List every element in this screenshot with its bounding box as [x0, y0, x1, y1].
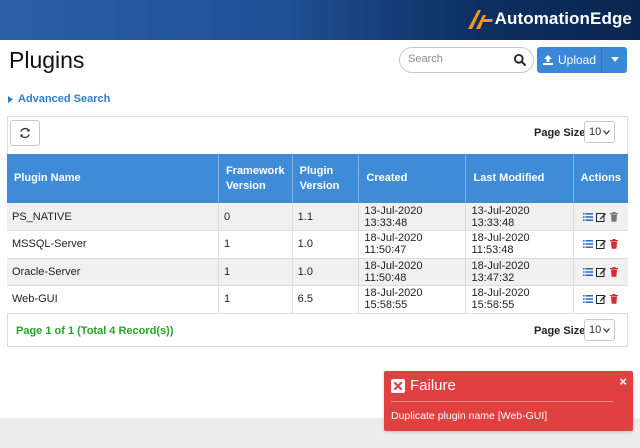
edit-icon[interactable] — [595, 267, 606, 277]
plugins-table: Plugin Name Framework Version Plugin Ver… — [7, 154, 628, 314]
table-row: MSSQL-Server 1 1.0 18-Jul-2020 11:50:47 … — [7, 230, 628, 259]
search-icon[interactable] — [513, 53, 527, 67]
cell-actions — [573, 258, 628, 286]
automationedge-logo-icon — [467, 10, 493, 29]
list-icon[interactable] — [582, 294, 593, 304]
brand-name: AutomationEdge — [494, 9, 632, 28]
cell-last-modified: 18-Jul-2020 11:53:48 — [465, 230, 574, 259]
edit-icon[interactable] — [595, 294, 606, 305]
pagination-summary: Page 1 of 1 (Total 4 Record(s)) — [16, 325, 174, 337]
col-header-actions: Actions — [573, 154, 628, 203]
toast-header: Failure — [391, 377, 456, 394]
cell-plugin-name: Web-GUI — [7, 285, 219, 314]
failure-toast: Failure × Duplicate plugin name [Web-GUI… — [384, 371, 633, 431]
page-size-select-bottom[interactable]: 10 — [584, 319, 615, 341]
cell-plugin-version: 1.0 — [292, 258, 360, 286]
toast-title: Failure — [410, 377, 456, 394]
cell-framework-version: 1 — [218, 285, 293, 314]
delete-icon[interactable] — [609, 239, 619, 250]
delete-icon[interactable] — [609, 211, 619, 222]
table-row: PS_NATIVE 0 1.1 13-Jul-2020 13:33:48 13-… — [7, 203, 628, 231]
page-title: Plugins — [9, 47, 85, 73]
cell-last-modified: 18-Jul-2020 15:58:55 — [465, 285, 574, 314]
upload-button[interactable]: Upload — [537, 47, 601, 73]
col-header-plugin-name[interactable]: Plugin Name — [7, 154, 219, 203]
refresh-button[interactable] — [10, 120, 40, 146]
table-header-row: Plugin Name Framework Version Plugin Ver… — [7, 154, 628, 203]
caret-right-icon — [8, 95, 13, 103]
upload-dropdown-toggle[interactable] — [601, 47, 627, 73]
col-header-plugin-version[interactable]: Plugin Version — [292, 154, 360, 203]
cell-plugin-version: 6.5 — [292, 285, 360, 314]
cell-plugin-name: MSSQL-Server — [7, 230, 219, 259]
list-icon[interactable] — [582, 212, 593, 222]
delete-icon[interactable] — [609, 266, 619, 277]
cell-created: 18-Jul-2020 11:50:48 — [358, 258, 467, 286]
cell-created: 18-Jul-2020 11:50:47 — [358, 230, 467, 259]
edit-icon[interactable] — [595, 212, 606, 222]
cell-created: 13-Jul-2020 13:33:48 — [358, 203, 467, 231]
table-row: Web-GUI 1 6.5 18-Jul-2020 15:58:55 18-Ju… — [7, 285, 628, 314]
cell-actions — [573, 203, 628, 231]
search-box[interactable] — [399, 47, 534, 73]
cell-last-modified: 13-Jul-2020 13:33:48 — [465, 203, 574, 231]
page-size-value-bottom: 10 — [589, 324, 602, 336]
page-size-label-top: Page Size — [534, 127, 586, 139]
cell-created: 18-Jul-2020 15:58:55 — [358, 285, 467, 314]
col-header-last-modified[interactable]: Last Modified — [465, 154, 574, 203]
upload-label: Upload — [557, 53, 597, 67]
page-size-value-top: 10 — [589, 126, 602, 138]
list-icon[interactable] — [582, 267, 593, 277]
cell-plugin-name: PS_NATIVE — [7, 203, 219, 231]
table-row: Oracle-Server 1 1.0 18-Jul-2020 11:50:48… — [7, 258, 628, 286]
cell-actions — [573, 230, 628, 259]
edit-icon[interactable] — [595, 239, 606, 250]
page-size-select-top[interactable]: 10 — [584, 121, 615, 143]
cell-plugin-version: 1.0 — [292, 230, 360, 259]
caret-down-icon — [610, 57, 619, 62]
cell-actions — [573, 285, 628, 314]
refresh-icon — [20, 127, 30, 139]
top-bar: AutomationEdge — [0, 0, 640, 40]
chevron-down-icon — [603, 130, 610, 135]
cell-plugin-version: 1.1 — [292, 203, 360, 231]
advanced-search-toggle[interactable]: Advanced Search — [8, 93, 110, 105]
toast-divider — [391, 401, 613, 402]
col-header-framework-version[interactable]: Framework Version — [218, 154, 293, 203]
cell-last-modified: 18-Jul-2020 13:47:32 — [465, 258, 574, 286]
brand-logo[interactable]: AutomationEdge — [464, 6, 632, 32]
error-icon — [391, 378, 405, 393]
page-size-label-bottom: Page Size — [534, 325, 586, 337]
cell-framework-version: 0 — [218, 203, 293, 231]
chevron-down-icon — [603, 328, 610, 333]
cell-framework-version: 1 — [218, 230, 293, 259]
delete-icon[interactable] — [609, 294, 619, 305]
cell-plugin-name: Oracle-Server — [7, 258, 219, 286]
list-icon[interactable] — [582, 239, 593, 249]
cell-framework-version: 1 — [218, 258, 293, 286]
search-input[interactable] — [408, 53, 508, 65]
toast-message: Duplicate plugin name [Web-GUI] — [391, 410, 548, 422]
upload-icon — [542, 55, 553, 65]
advanced-search-label: Advanced Search — [18, 93, 111, 105]
close-icon[interactable]: × — [619, 374, 627, 389]
col-header-created[interactable]: Created — [358, 154, 467, 203]
upload-button-group: Upload — [537, 47, 627, 73]
